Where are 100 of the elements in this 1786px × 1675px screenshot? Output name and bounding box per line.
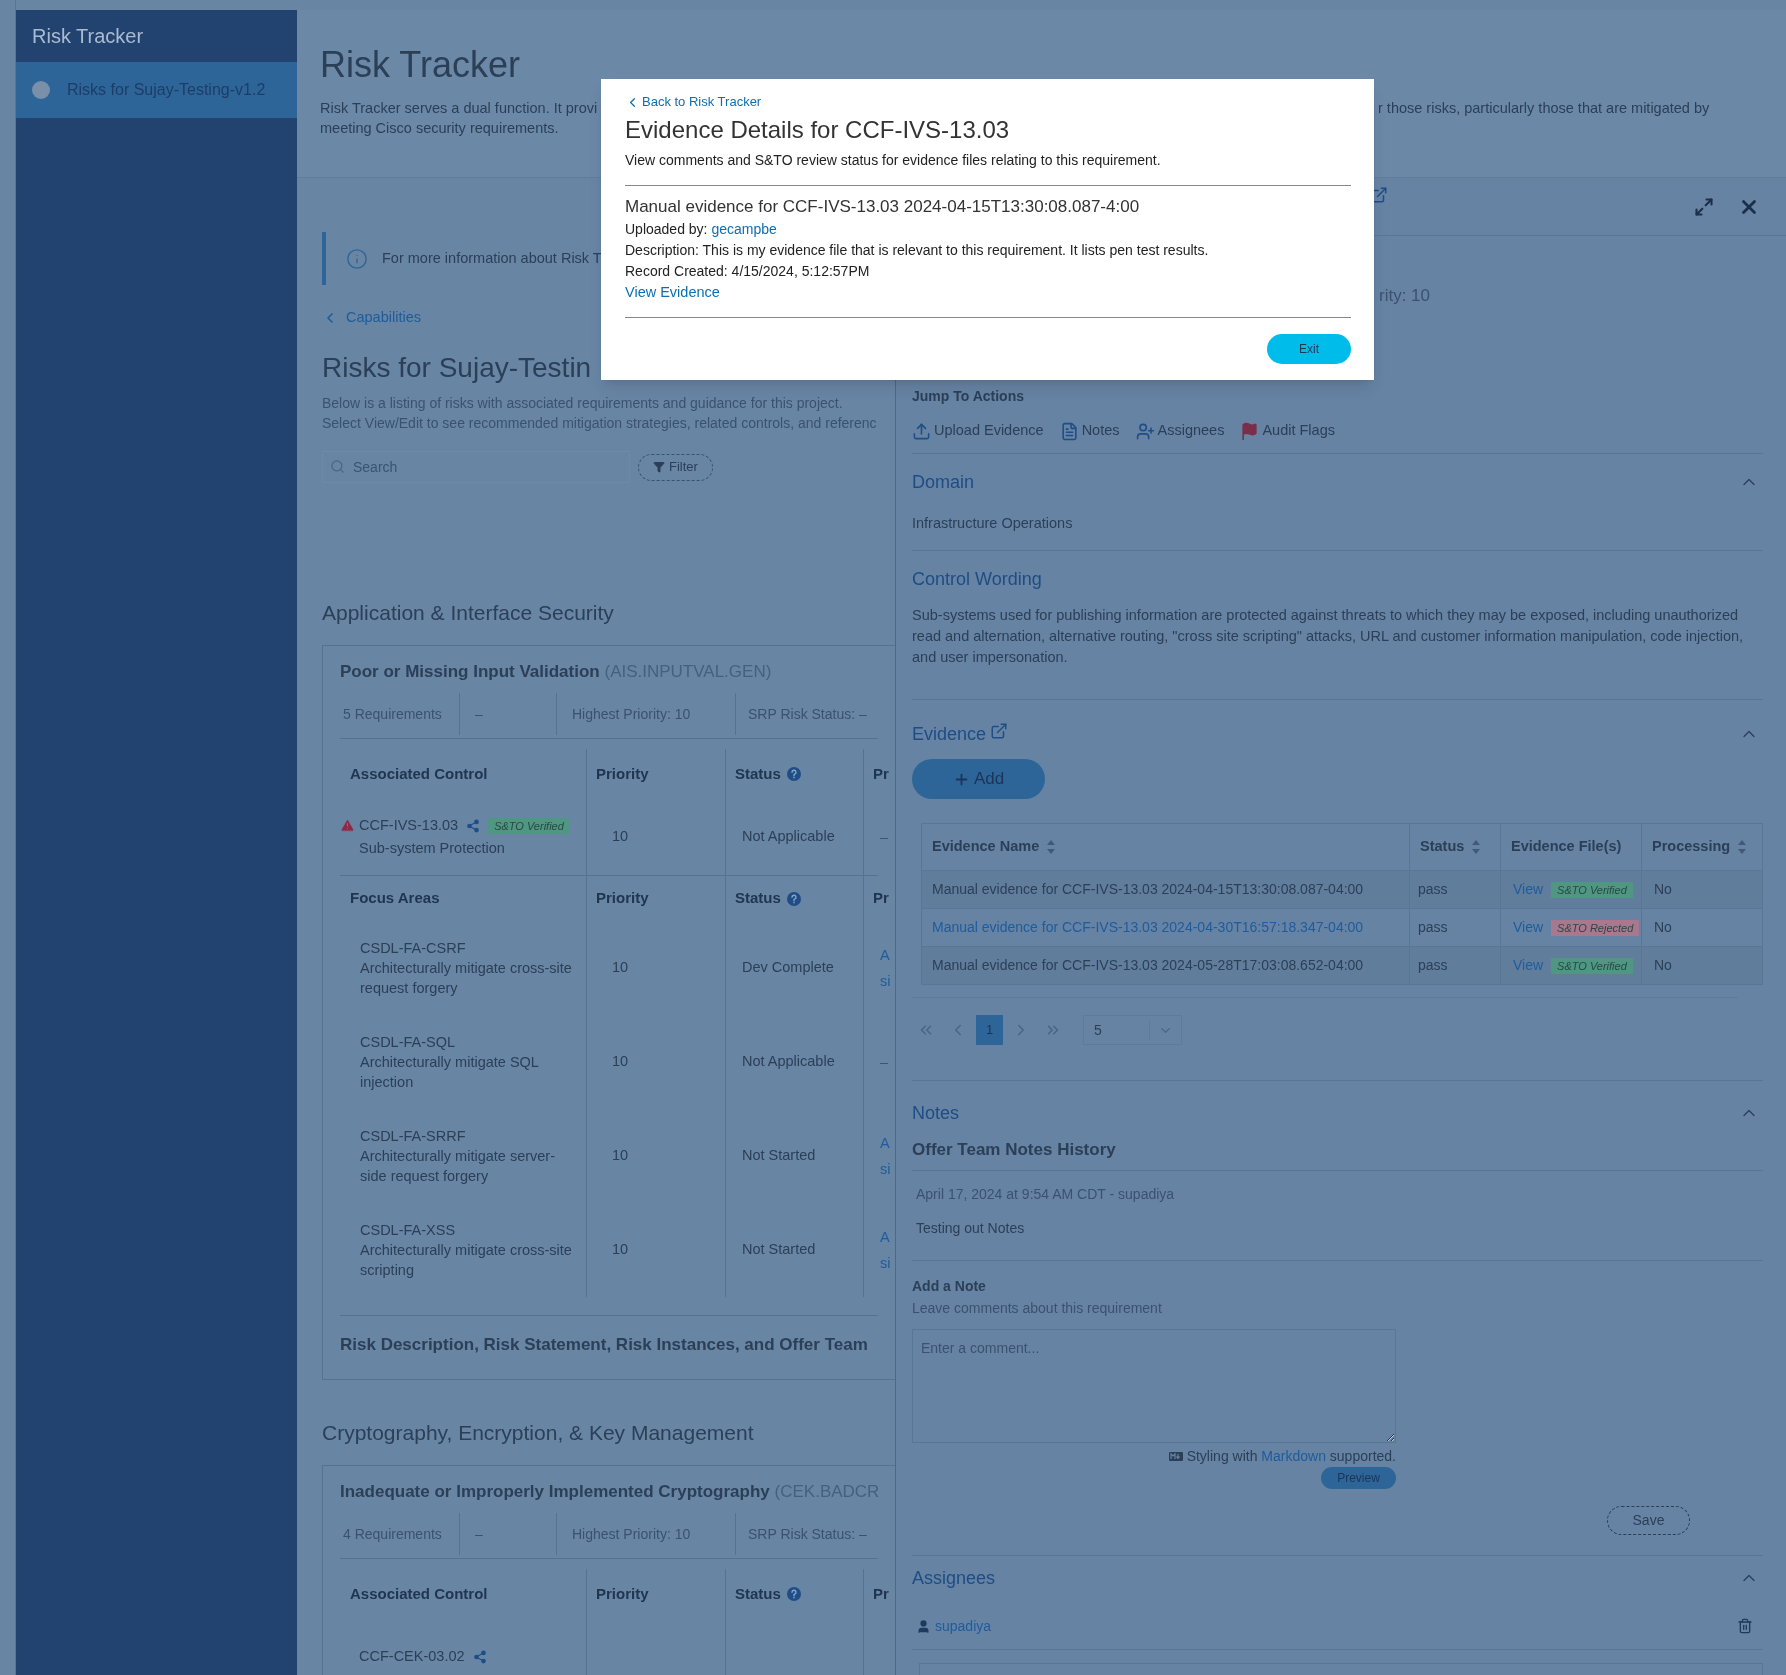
column-header: Evidence File(s) bbox=[1511, 837, 1622, 857]
section-heading: Notes bbox=[912, 1102, 960, 1125]
status-badge: S&TO Verified bbox=[1551, 957, 1633, 974]
evidence-title: Manual evidence for CCF-IVS-13.03 2024-04-15T13:30:08.087-4:00 bbox=[625, 196, 1140, 218]
priority-value: 10 bbox=[612, 958, 629, 978]
expand-icon[interactable] bbox=[1694, 196, 1714, 217]
table-cell-text: si bbox=[880, 972, 891, 991]
control-id[interactable]: CCF-IVS-13.03 bbox=[359, 814, 459, 837]
sort-icon[interactable] bbox=[1738, 840, 1747, 854]
processing-value: No bbox=[1654, 918, 1672, 937]
view-link[interactable]: View bbox=[1513, 955, 1544, 976]
focus-area-description: Architecturally mitigate server-side request forgery bbox=[360, 1147, 556, 1186]
upload-icon[interactable] bbox=[912, 421, 931, 441]
jump-action-link[interactable]: Upload Evidence bbox=[912, 420, 1044, 442]
column-header: Pr bbox=[873, 888, 889, 909]
view-link[interactable]: View bbox=[1513, 917, 1544, 938]
table-cell-text: A bbox=[880, 946, 891, 965]
status-value: Not Started bbox=[742, 1146, 816, 1166]
page-description: meeting Cisco security requirements. bbox=[320, 119, 559, 138]
section-heading: Control Wording bbox=[912, 568, 1042, 591]
control-wording-text: Sub-systems used for publishing information are protected against threats to which they may be exposed, including unauthorized read and alternation, alternative routing, "cross site scripting" attacks, URL and customer information manipulation, code injection, and user impersonation. bbox=[912, 606, 1745, 667]
markdown-icon bbox=[1168, 1451, 1183, 1461]
help-icon[interactable] bbox=[786, 891, 801, 906]
focus-area-code: CSDL-FA-SQL bbox=[360, 1033, 457, 1052]
view-link[interactable]: View bbox=[1513, 879, 1544, 900]
column-header: Processing bbox=[1652, 837, 1731, 857]
jump-action-link[interactable]: Assignees bbox=[1135, 420, 1225, 442]
jump-action-link[interactable]: Notes bbox=[1059, 420, 1120, 442]
priority-value: 10 bbox=[612, 1052, 629, 1072]
markdown-link[interactable]: Markdown bbox=[1261, 1448, 1326, 1464]
user-icon bbox=[916, 1618, 931, 1634]
section-heading: Domain bbox=[912, 471, 975, 494]
focus-area-code: CSDL-FA-XSS bbox=[360, 1221, 457, 1240]
column-header: Status bbox=[735, 1583, 781, 1604]
exit-button[interactable]: Exit bbox=[1267, 334, 1351, 364]
flag-icon[interactable] bbox=[1240, 421, 1260, 441]
sidebar-title: Risk Tracker bbox=[32, 24, 144, 49]
focus-area-code: CSDL-FA-SRRF bbox=[360, 1127, 467, 1146]
warning-icon bbox=[340, 818, 355, 834]
help-icon[interactable] bbox=[786, 1587, 801, 1601]
risk-stat: – bbox=[475, 704, 483, 724]
info-icon bbox=[346, 247, 368, 270]
column-header: Priority bbox=[596, 1583, 649, 1604]
table-cell-text: – bbox=[880, 1053, 889, 1072]
column-header: Evidence Name bbox=[932, 837, 1040, 857]
focus-area-description: Architecturally mitigate cross-site scripting bbox=[360, 1241, 573, 1280]
column-header: Pr bbox=[873, 763, 889, 784]
page-button[interactable]: 1 bbox=[976, 1015, 1003, 1045]
sort-icon[interactable] bbox=[1047, 840, 1056, 854]
page-size-select[interactable]: 5 bbox=[1083, 1015, 1182, 1045]
banner-text: For more information about Risk T bbox=[382, 248, 602, 268]
breadcrumb-link[interactable]: Capabilities bbox=[322, 308, 421, 328]
add-evidence-button[interactable]: Add bbox=[912, 759, 1045, 799]
status-value: Not Applicable bbox=[742, 1052, 835, 1072]
page-description: Risk Tracker serves a dual function. It provi bbox=[320, 99, 598, 118]
column-header: Focus Areas bbox=[350, 888, 440, 909]
table-cell-text: si bbox=[880, 1254, 891, 1273]
category-title: Cryptography, Encryption, & Key Management bbox=[322, 1420, 754, 1446]
focus-area-code: CSDL-FA-CSRF bbox=[360, 939, 467, 958]
column-header: Associated Control bbox=[350, 1583, 488, 1604]
table-cell-text: si bbox=[880, 1160, 891, 1179]
jump-title: Jump To Actions bbox=[912, 387, 1024, 406]
status-badge: S&TO Verified bbox=[488, 817, 570, 834]
column-header: Priority bbox=[596, 763, 649, 784]
share-icon[interactable] bbox=[472, 1650, 487, 1664]
section-title: Risk Description, Risk Statement, Risk Instances, and Offer Team bbox=[340, 1334, 869, 1356]
preview-button[interactable]: Preview bbox=[1321, 1467, 1396, 1489]
status-badge: S&TO Verified bbox=[1551, 881, 1633, 898]
evidence-name: Manual evidence for CCF-IVS-13.03 2024-05-28T17:03:08.652-04:00 bbox=[932, 956, 1364, 975]
sort-icon[interactable] bbox=[1472, 840, 1481, 854]
processing-value: No bbox=[1654, 880, 1672, 899]
notes-icon[interactable] bbox=[1059, 421, 1079, 441]
evidence-name[interactable]: Manual evidence for CCF-IVS-13.03 2024-04-30T16:57:18.347-04:00 bbox=[932, 917, 1364, 938]
domain-value: Infrastructure Operations bbox=[912, 514, 1073, 533]
modal-subtitle: View comments and S&TO review status for evidence files relating to this requirement. bbox=[625, 151, 1161, 170]
evidence-status: pass bbox=[1418, 918, 1448, 937]
section-heading: Evidence bbox=[912, 723, 987, 746]
control-id[interactable]: CCF-CEK-03.02 bbox=[359, 1646, 465, 1668]
delete-icon[interactable] bbox=[1737, 1618, 1753, 1634]
priority-value: 10 bbox=[612, 1240, 629, 1260]
add-note-title: Add a Note bbox=[912, 1277, 986, 1296]
share-icon[interactable] bbox=[466, 818, 481, 833]
notes-history-title: Offer Team Notes History bbox=[912, 1139, 1116, 1161]
uploader-link[interactable]: gecampbe bbox=[711, 221, 777, 237]
status-value: Not Started bbox=[742, 1240, 816, 1260]
column-header: Status bbox=[735, 888, 781, 909]
category-title: Application & Interface Security bbox=[322, 600, 614, 626]
status-badge: S&TO Rejected bbox=[1551, 919, 1640, 936]
priority-value: 10 bbox=[612, 827, 629, 847]
view-evidence-link[interactable]: View Evidence bbox=[625, 282, 720, 303]
status-value: Dev Complete bbox=[742, 958, 834, 978]
page-title: Risk Tracker bbox=[320, 44, 522, 86]
page-description: r those risks, particularly those that are mitigated by bbox=[1378, 99, 1711, 118]
add-user-icon[interactable] bbox=[1135, 421, 1155, 441]
back-link[interactable]: Back to Risk Tracker bbox=[625, 93, 762, 111]
uploaded-by: Uploaded by: gecampbe bbox=[625, 220, 777, 239]
jump-action-link[interactable]: Audit Flags bbox=[1240, 420, 1335, 442]
help-icon[interactable] bbox=[786, 767, 801, 781]
assignee-link[interactable]: supadiya bbox=[935, 1615, 992, 1637]
markdown-note: Styling with Markdown supported. bbox=[1186, 1447, 1396, 1466]
